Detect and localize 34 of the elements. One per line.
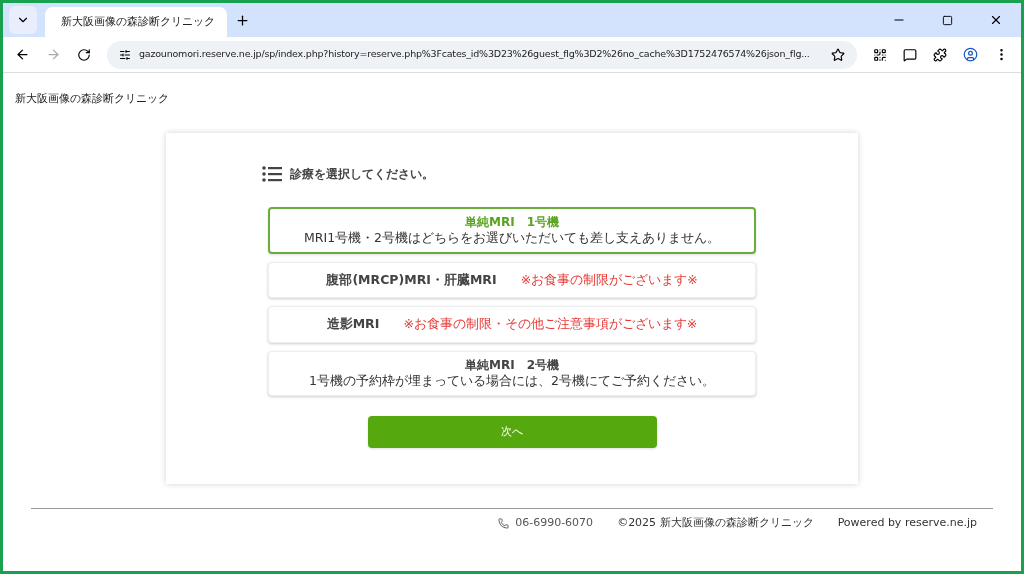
profile-icon[interactable]: [963, 47, 978, 62]
chat-icon[interactable]: [903, 47, 917, 62]
menu-option[interactable]: 腹部(MRCP)MRI・肝臓MRI ※お食事の制限がございます※: [268, 261, 756, 299]
option-description: MRI1号機・2号機はどちらをお選びいただいても差し支えありません。: [303, 230, 721, 246]
option-title: 単純MRI 2号機: [465, 358, 559, 374]
section-heading: 診療を選択してください。: [290, 166, 434, 183]
bookmark-icon[interactable]: [831, 47, 845, 62]
qr-code-icon[interactable]: [873, 47, 887, 62]
option-warning: ※お食事の制限・その他ご注意事項がございます※: [403, 315, 698, 334]
maximize-icon[interactable]: [942, 14, 953, 26]
option-title: 腹部(MRCP)MRI・肝臓MRI: [326, 270, 497, 289]
site-info-icon[interactable]: [119, 48, 131, 61]
extensions-icon[interactable]: [933, 47, 947, 62]
site-title: 新大阪画像の森診断クリニック: [15, 92, 169, 104]
menu-option[interactable]: 造影MRI ※お食事の制限・その他ご注意事項がございます※: [268, 306, 756, 344]
new-tab-icon[interactable]: [235, 12, 250, 28]
powered-by-text: Powered by reserve.ne.jp: [837, 514, 977, 531]
option-title: 造影MRI: [326, 315, 380, 334]
phone-icon: [498, 517, 510, 529]
browser-tab[interactable]: 新大阪画像の森診断クリニック: [45, 7, 227, 37]
option-title: 単純MRI 1号機: [465, 215, 559, 230]
copyright-text: ©2025 新大阪画像の森診断クリニック: [617, 514, 814, 531]
tab-title: 新大阪画像の森診断クリニック: [61, 14, 215, 30]
option-description: 1号機の予約枠が埋まっている場合には、2号機にてご予約ください。: [309, 373, 715, 389]
menu-option[interactable]: 単純MRI 2号機 1号機の予約枠が埋まっている場合には、2号機にてご予約ください。: [268, 351, 756, 396]
list-icon: [262, 166, 282, 182]
reload-icon[interactable]: [77, 47, 91, 62]
phone-number: 06-6990-6070: [515, 514, 594, 531]
back-icon[interactable]: [15, 47, 30, 62]
menu-option[interactable]: 単純MRI 1号機 MRI1号機・2号機はどちらをお選びいただいても差し支えありません。: [268, 207, 756, 254]
url-text: gazounomori.reserve.ne.jp/sp/index.php?history=reserve.php%3Fcates_id%3D23%26guest_flg%3D2%26no_cache%3D1752476574%26json_flg...: [139, 47, 811, 62]
close-icon[interactable]: [989, 13, 1003, 27]
option-warning: ※お食事の制限がございます※: [520, 270, 698, 289]
address-bar[interactable]: gazounomori.reserve.ne.jp/sp/index.php?history=reserve.php%3Fcates_id%3D23%26guest_flg%3D2%26no_cache%3D1752476574%26json_flg...: [107, 40, 857, 69]
